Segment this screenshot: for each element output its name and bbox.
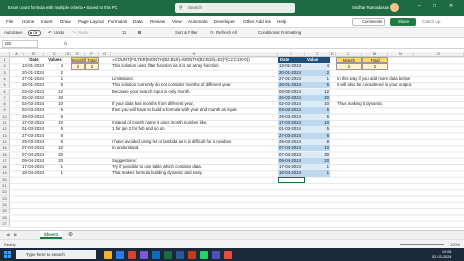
tab-draw[interactable]: Draw (60, 19, 71, 24)
note-line[interactable]: This solution uses filter function as it… (112, 63, 220, 69)
autosave-toggle[interactable]: Off (28, 30, 41, 36)
powerpoint-icon[interactable] (188, 250, 196, 259)
sheet-tab-sheet1[interactable]: Sheet1 (40, 231, 62, 239)
chrome-icon[interactable] (128, 250, 136, 259)
selected-cell[interactable] (278, 176, 305, 183)
redo-icon[interactable]: ↷ (72, 30, 76, 36)
search-placeholder: Search (188, 5, 202, 10)
zoom-level[interactable]: 100% (450, 242, 460, 247)
excel-taskbar-icon[interactable] (164, 250, 172, 259)
teams-icon[interactable] (212, 250, 220, 259)
undo-button[interactable]: Undo (54, 30, 64, 35)
column-header[interactable]: G (99, 52, 111, 57)
clock-date: 02-03-2024 (432, 254, 452, 259)
add-sheet-icon[interactable]: ⊕ (68, 231, 73, 238)
whatsapp-icon[interactable] (200, 250, 208, 259)
refresh-all-button[interactable]: Refresh All (216, 30, 237, 35)
note-line[interactable]: Because your search input is only month. (112, 89, 191, 95)
minimize-icon[interactable]: – (418, 3, 421, 9)
column-header[interactable]: O (414, 52, 464, 57)
prev-sheet-icon[interactable]: ◀ (6, 232, 9, 238)
total-result-cell-right[interactable]: 2 (362, 63, 388, 70)
note-line[interactable]: then you will have to build a formula wi… (112, 107, 238, 113)
taskbar: Type here to search 10:06 02-03-2024 (0, 248, 464, 261)
next-sheet-icon[interactable]: ▶ (14, 232, 17, 238)
store-icon[interactable] (140, 250, 148, 259)
tab-file[interactable]: File (6, 19, 13, 24)
quick-toolbar: AutoSave Off ↶ Undo ↷ Redo 11 B Sort & F… (0, 28, 464, 38)
tab-home[interactable]: Home (22, 19, 34, 24)
bold-icon[interactable]: B (138, 30, 141, 35)
tab-other-addins[interactable]: Other Add ins (243, 19, 271, 24)
tab-developer[interactable]: Developer (214, 19, 235, 24)
name-box[interactable]: I20 (2, 39, 38, 48)
system-clock[interactable]: 10:06 02-03-2024 (432, 250, 451, 260)
redo-button[interactable]: Redo (78, 30, 88, 35)
app-icon[interactable] (224, 250, 232, 259)
ribbon-tabs: File Home Insert Draw Page Layout Formul… (0, 16, 464, 28)
autosave-label: AutoSave (4, 30, 23, 35)
column-header[interactable]: N (388, 52, 414, 57)
catch-up-button[interactable]: Catch up (422, 19, 440, 24)
status-ready: Ready (4, 242, 16, 247)
user-name[interactable]: Sridhar Ramadasan (352, 5, 389, 10)
worksheet-grid[interactable]: A B C D E F G H I J K L M N O 1 2 3 4 5 … (0, 52, 464, 230)
title-bar: Excel count formula with multiple criter… (0, 0, 464, 16)
month-input-cell[interactable]: 2 (71, 63, 85, 70)
tab-review[interactable]: Review (150, 19, 165, 24)
tab-automate[interactable]: Automate (188, 19, 208, 24)
zoom-slider[interactable] (400, 244, 444, 245)
right-note-line[interactable]: it will also be considered in your outpu… (337, 82, 412, 88)
edge-icon[interactable] (116, 250, 124, 259)
font-size-value[interactable]: 11 (122, 30, 126, 35)
avatar[interactable] (390, 3, 399, 12)
undo-icon[interactable]: ↶ (48, 30, 52, 36)
conditional-formatting-button[interactable]: Conditional Formatting (258, 30, 301, 35)
value-cell[interactable]: 1 (44, 170, 64, 176)
date-cell[interactable]: 18-04-2024 (14, 170, 44, 176)
tab-insert[interactable]: Insert (41, 19, 53, 24)
file-explorer-icon[interactable] (104, 250, 112, 259)
search-icon: ⚲ (179, 4, 183, 11)
tab-view[interactable]: View (172, 19, 182, 24)
windows-start-icon[interactable] (4, 251, 11, 258)
search-box[interactable]: ⚲ Search (175, 3, 295, 13)
sort-filter-button[interactable]: Sort & Filter (175, 30, 198, 35)
fx-icon[interactable]: fx (64, 41, 67, 46)
share-button[interactable]: Share (390, 18, 416, 26)
refresh-icon[interactable]: ⟳ (210, 30, 214, 36)
tab-formulas[interactable]: Formulas (108, 19, 127, 24)
status-bar: Ready 100% (0, 239, 464, 248)
document-title: Excel count formula with multiple criter… (8, 5, 118, 10)
tab-page-layout[interactable]: Page Layout (78, 19, 104, 24)
table-value-cell[interactable]: 1 (305, 170, 330, 177)
row-header[interactable]: 27 (0, 220, 10, 228)
maximize-icon[interactable]: □ (433, 3, 436, 9)
right-note-line[interactable]: Thus making it dynamic. (337, 101, 383, 107)
column-header[interactable]: A (10, 52, 24, 57)
formula-bar: I20 fx (0, 38, 464, 49)
close-icon[interactable]: ✕ (449, 3, 453, 9)
note-line[interactable]: 1 for jan 2 for feb and so on. (112, 126, 166, 132)
tab-data[interactable]: Data (133, 19, 143, 24)
sheet-tab-bar: ◀ ▶ Sheet1 ⊕ (0, 230, 464, 239)
outlook-icon[interactable] (152, 250, 160, 259)
tab-help[interactable]: Help (277, 19, 286, 24)
note-line[interactable]: to understand (112, 145, 138, 151)
month-input-cell-right[interactable]: 2 (336, 63, 362, 70)
total-result-cell[interactable]: 2 (85, 63, 99, 70)
note-line[interactable]: That makes formula building dynamic and … (112, 170, 203, 176)
comments-button[interactable]: Comments (352, 18, 385, 26)
taskbar-search[interactable]: Type here to search (16, 250, 96, 259)
word-icon[interactable] (176, 250, 184, 259)
